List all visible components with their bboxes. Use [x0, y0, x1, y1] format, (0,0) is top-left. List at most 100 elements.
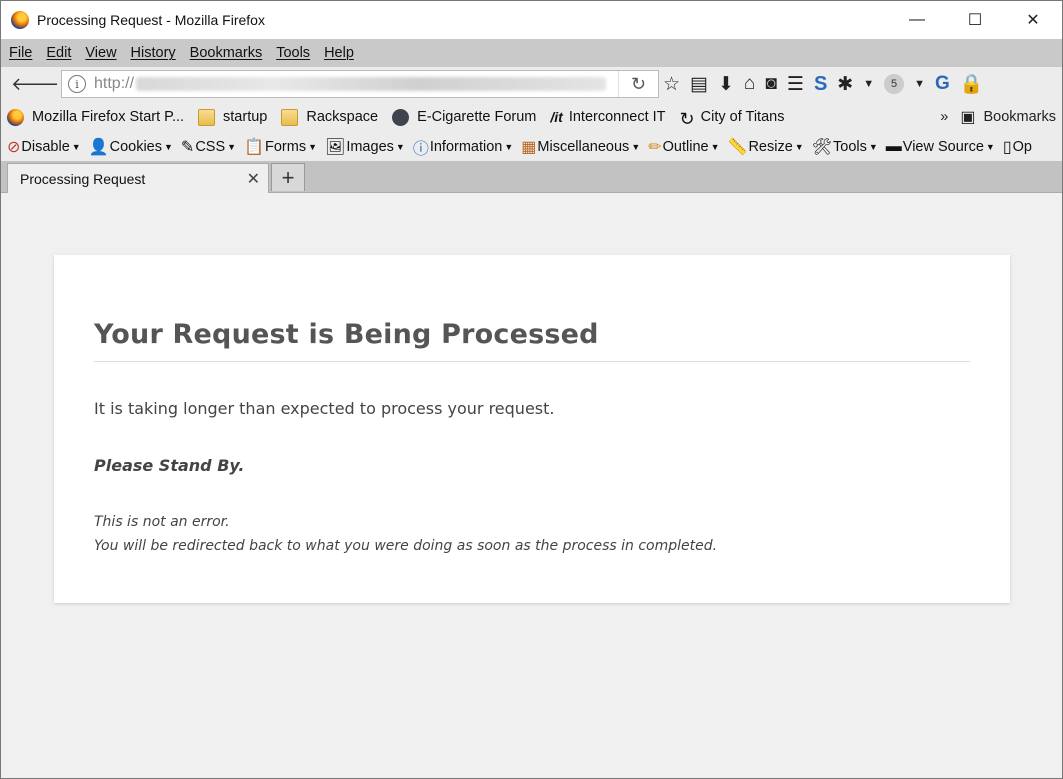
outline-icon: ✏	[648, 139, 662, 156]
close-button[interactable]: ✕	[1004, 1, 1062, 39]
dev-miscellaneous[interactable]: ▦ Miscellaneous ▼	[521, 137, 640, 157]
url-bar[interactable]: i http:// ↻	[61, 70, 659, 98]
dev-label: Op	[1012, 139, 1032, 155]
browser-window: Processing Request - Mozilla Firefox — ☐…	[0, 0, 1063, 779]
chevron-down-icon: ▼	[631, 142, 641, 152]
chevron-down-icon: ▼	[710, 142, 720, 152]
bookmarks-overflow-icon[interactable]: »	[940, 109, 948, 125]
dev-options[interactable]: ▯ Op	[1003, 137, 1032, 157]
home-icon[interactable]: ⌂	[744, 73, 755, 95]
close-tab-icon[interactable]: ✕	[247, 169, 260, 189]
not-error-note: This is not an error.	[94, 514, 230, 530]
dev-outline[interactable]: ✏ Outline ▼	[648, 137, 719, 157]
menu-file[interactable]: File	[9, 45, 32, 61]
options-icon: ▯	[1002, 139, 1012, 156]
g-extension-icon[interactable]: G	[935, 73, 950, 95]
hamburger-menu-icon[interactable]: ☰	[787, 73, 804, 96]
chevron-down-icon: ▼	[504, 142, 514, 152]
page-title: Your Request is Being Processed	[94, 319, 599, 350]
dev-forms[interactable]: 📋 Forms ▼	[244, 137, 317, 157]
dev-label: Tools	[833, 139, 867, 155]
dropdown-caret-icon[interactable]: ▼	[914, 78, 925, 90]
bookmark-ecigarette-forum[interactable]: E-Cigarette Forum	[392, 108, 536, 126]
tab-processing-request[interactable]: Processing Request ✕	[7, 163, 269, 193]
info-icon[interactable]: i	[68, 75, 86, 93]
download-icon[interactable]: ⬇	[718, 73, 734, 96]
counter-badge-icon[interactable]: 5	[884, 74, 905, 94]
miscellaneous-icon: ▦	[521, 139, 537, 156]
maximize-button[interactable]: ☐	[946, 1, 1004, 39]
menu-edit[interactable]: Edit	[46, 45, 71, 61]
chevron-down-icon: ▼	[308, 142, 318, 152]
tab-strip: Processing Request ✕ +	[1, 161, 1062, 193]
information-icon: ⓘ	[412, 141, 429, 158]
pocket-icon[interactable]: ◙	[765, 73, 776, 95]
menu-bar: File Edit View History Bookmarks Tools H…	[1, 39, 1062, 67]
firefox-icon	[7, 108, 24, 126]
css-icon: ✎	[180, 139, 195, 156]
bug-icon[interactable]: ✱	[837, 73, 853, 96]
dev-cookies[interactable]: 👤 Cookies ▼	[89, 137, 173, 157]
dev-disable[interactable]: ⊘ Disable ▼	[7, 137, 81, 157]
bookmarks-toolbar: Mozilla Firefox Start P... startup Racks…	[1, 101, 1062, 133]
navigation-bar: 🡐 🡒 i http:// ↻ ☆ ▤ ⬇ ⌂ ◙ ☰ S ✱ ▼ 5 ▼ G …	[1, 67, 1062, 101]
bookmarks-right: » ▣ Bookmarks	[940, 101, 1056, 133]
tab-title: Processing Request	[20, 170, 146, 187]
s-extension-icon[interactable]: S	[814, 73, 827, 96]
menu-history[interactable]: History	[131, 45, 176, 61]
reload-icon[interactable]: ↻	[618, 71, 658, 97]
menu-tools[interactable]: Tools	[276, 45, 310, 61]
menu-view[interactable]: View	[85, 45, 116, 61]
window-title: Processing Request - Mozilla Firefox	[37, 12, 265, 28]
bookmarks-menu-button[interactable]: Bookmarks	[983, 109, 1056, 125]
bookmark-label: Rackspace	[306, 109, 379, 125]
web-developer-toolbar: ⊘ Disable ▼ 👤 Cookies ▼ ✎ CSS ▼ 📋 Forms ▼ 🖼 Image…	[1, 133, 1062, 161]
bookmark-rackspace[interactable]: Rackspace	[281, 108, 379, 126]
dev-label: Forms	[265, 139, 307, 155]
menu-help[interactable]: Help	[324, 45, 354, 61]
bookmark-firefox-start[interactable]: Mozilla Firefox Start P...	[7, 108, 185, 126]
star-icon[interactable]: ☆	[663, 73, 680, 96]
dev-label: Resize	[748, 139, 793, 155]
page-content: Your Request is Being Processed It is ta…	[1, 193, 1062, 778]
dropdown-caret-icon[interactable]: ▼	[863, 78, 874, 90]
reading-list-icon[interactable]: ▤	[690, 73, 708, 96]
dev-information[interactable]: ⓘ Information ▼	[413, 135, 513, 159]
dev-label: Miscellaneous	[537, 139, 630, 155]
chevron-down-icon: ▼	[164, 142, 173, 152]
lock-extension-icon[interactable]: 🔒	[960, 72, 984, 96]
view-source-icon: ▬	[885, 138, 902, 155]
processing-card: Your Request is Being Processed It is ta…	[54, 255, 1010, 603]
dev-label: CSS	[195, 139, 226, 155]
title-bar: Processing Request - Mozilla Firefox — ☐…	[1, 1, 1062, 39]
dev-images[interactable]: 🖼 Images ▼	[325, 137, 405, 157]
bookmark-interconnect-it[interactable]: /it Interconnect IT	[550, 109, 665, 126]
url-text[interactable]: http://	[94, 75, 134, 93]
dev-view-source[interactable]: ▬ View Source ▼	[886, 138, 995, 156]
folder-icon	[198, 108, 216, 126]
menu-bookmarks[interactable]: Bookmarks	[190, 45, 263, 61]
resize-icon: 📏	[727, 139, 748, 156]
cookies-icon: 👤	[88, 139, 109, 156]
dev-label: Information	[429, 139, 503, 155]
dev-label: Cookies	[109, 139, 162, 155]
url-redacted	[136, 77, 607, 91]
minimize-button[interactable]: —	[888, 1, 946, 39]
back-arrow-icon[interactable]: 🡐	[11, 74, 59, 95]
folder-icon	[281, 108, 299, 126]
bookmark-startup[interactable]: startup	[198, 108, 268, 126]
bookmark-label: City of Titans	[700, 109, 785, 125]
window-controls: — ☐ ✕	[888, 1, 1062, 39]
bookmark-label: Interconnect IT	[568, 109, 666, 125]
dev-css[interactable]: ✎ CSS ▼	[181, 137, 236, 157]
bookmark-label: Mozilla Firefox Start P...	[32, 109, 185, 125]
bookmark-label: startup	[223, 109, 268, 125]
new-tab-button[interactable]: +	[271, 163, 305, 191]
bookmark-city-of-titans[interactable]: ↻ City of Titans	[680, 109, 785, 129]
dev-resize[interactable]: 📏 Resize ▼	[728, 137, 804, 157]
redirect-note: You will be redirected back to what you …	[94, 538, 718, 554]
dev-label: Images	[346, 139, 394, 155]
dev-tools[interactable]: 🛠 Tools ▼	[812, 137, 878, 157]
chevron-down-icon: ▼	[868, 142, 878, 152]
bookmarks-menu-icon[interactable]: ▣	[960, 107, 975, 127]
